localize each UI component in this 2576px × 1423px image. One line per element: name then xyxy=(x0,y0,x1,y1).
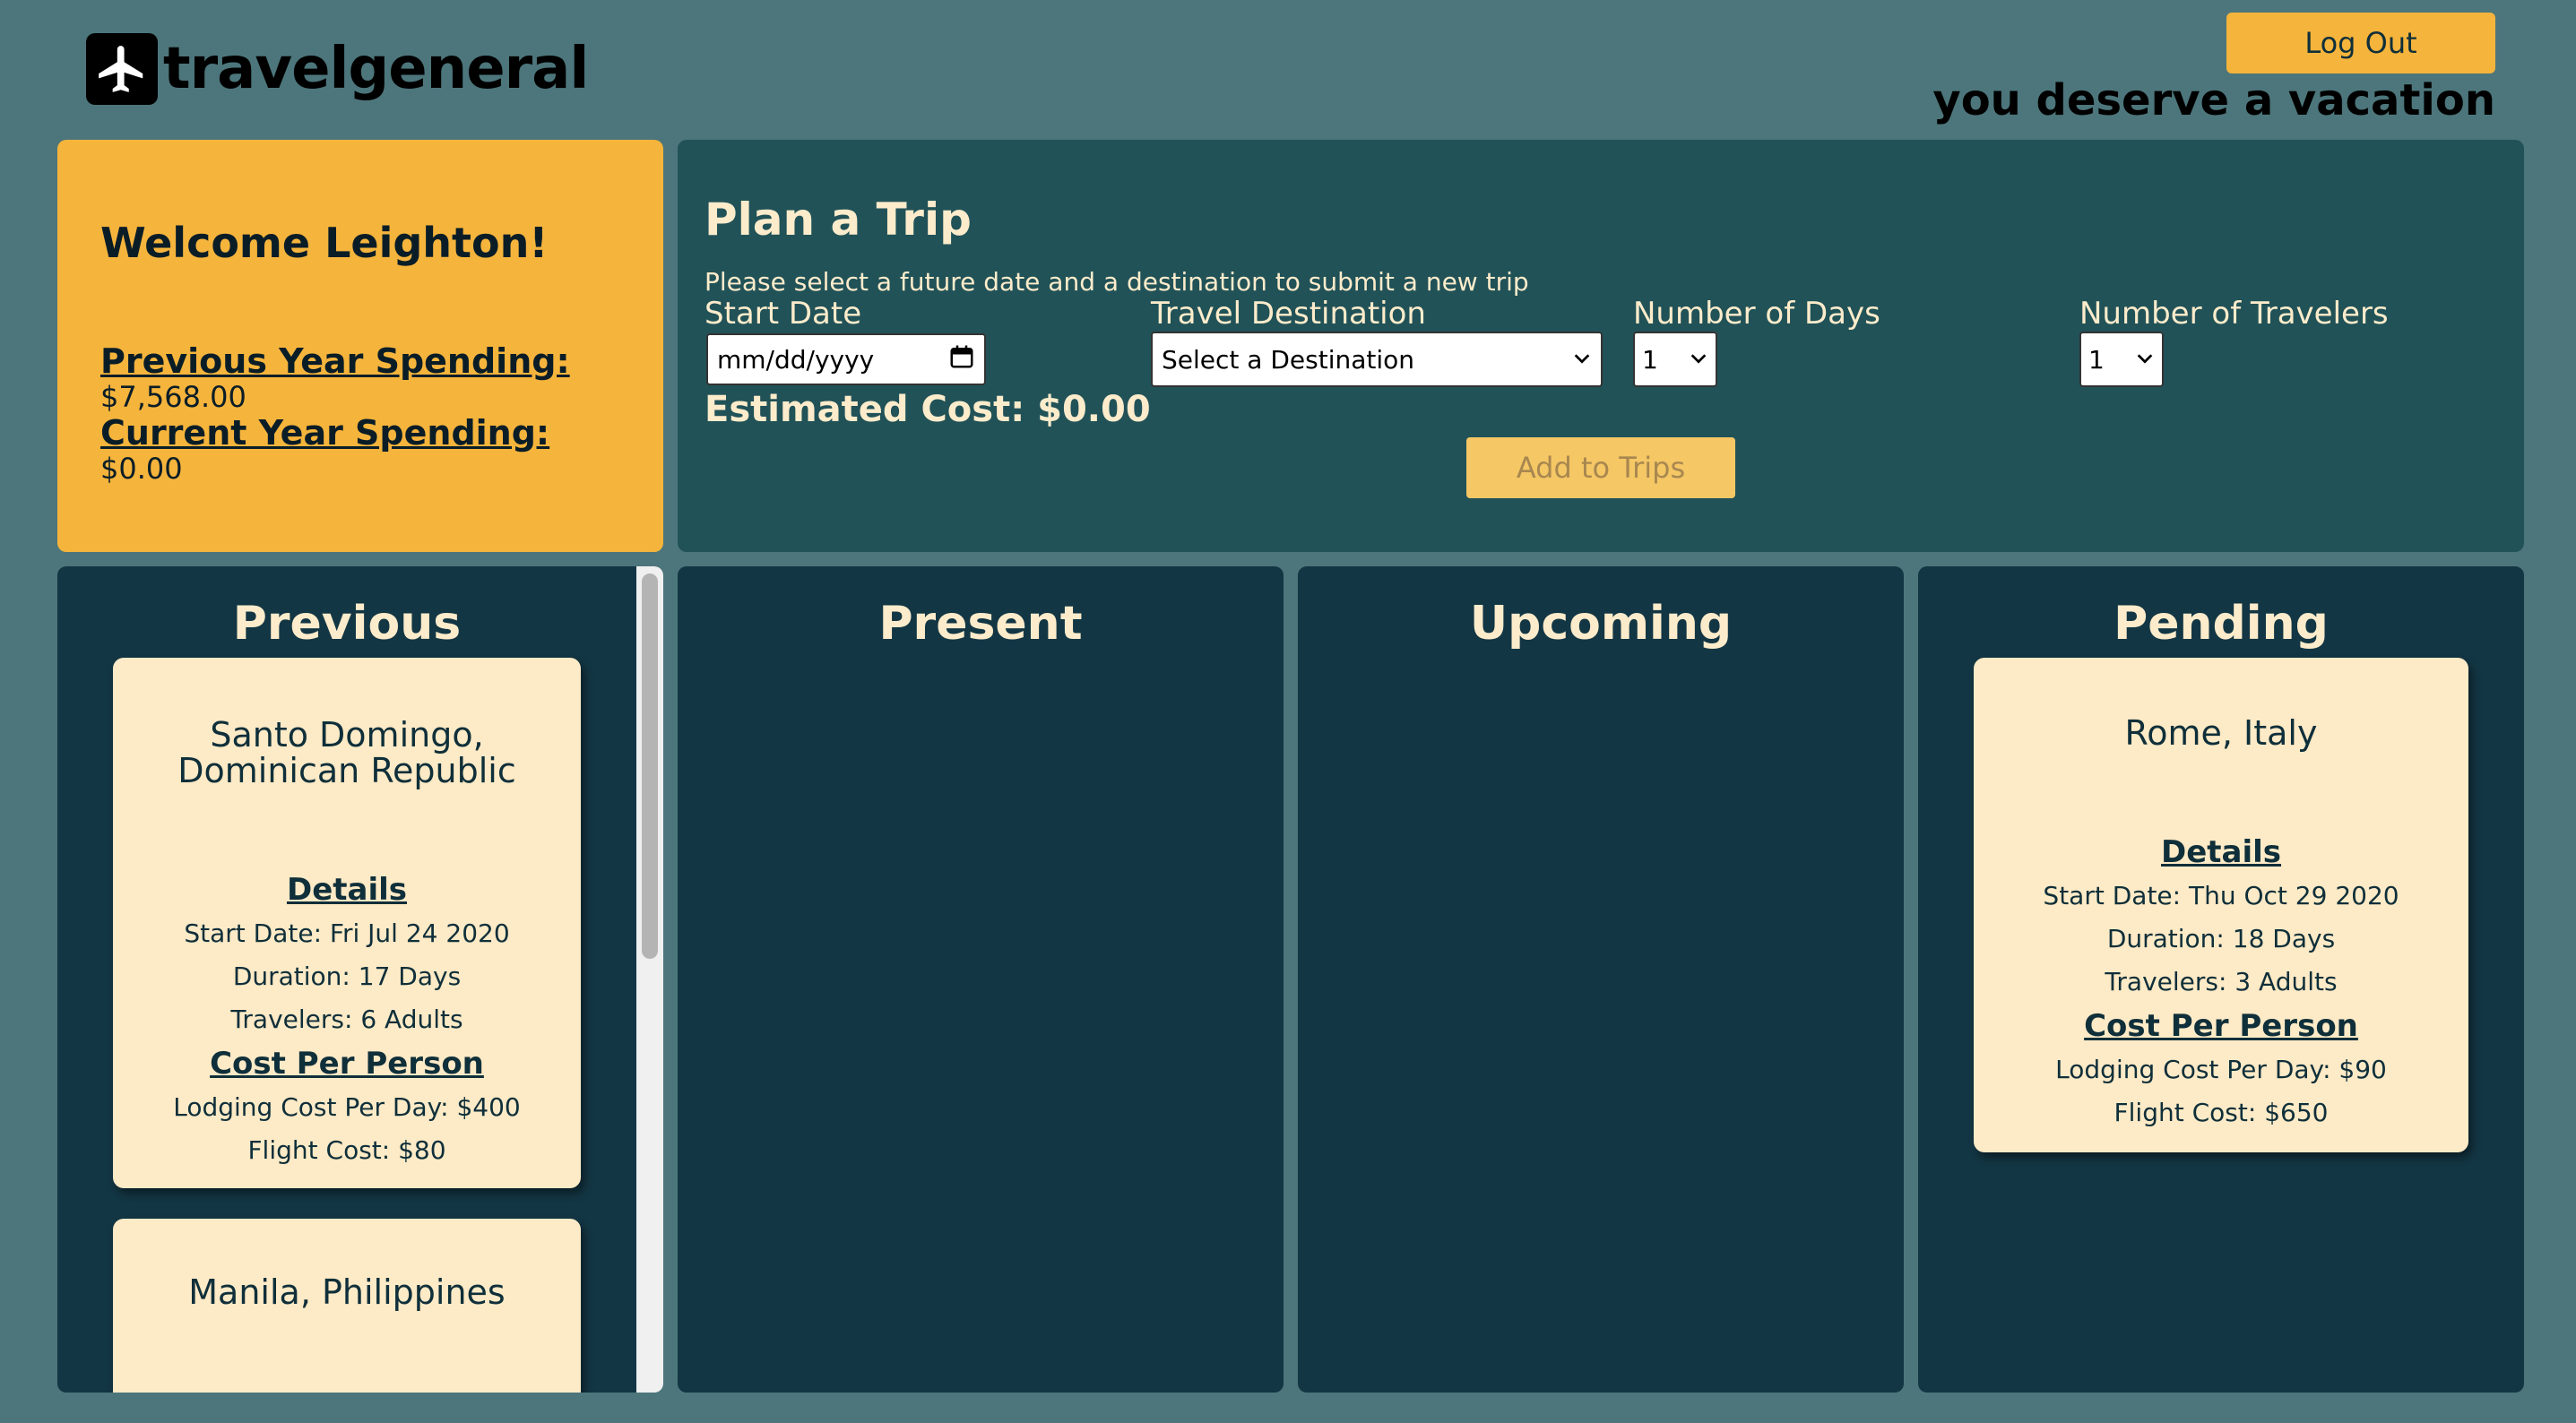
calendar-icon[interactable] xyxy=(948,343,975,376)
trip-flight-cost: Flight Cost: $650 xyxy=(2114,1098,2329,1127)
trip-duration: Duration: 18 Days xyxy=(2106,924,2336,953)
pending-title: Pending xyxy=(2114,597,2329,651)
trip-destination: Santo Domingo, Dominican Republic xyxy=(177,715,516,790)
add-to-trips-button[interactable]: Add to Trips xyxy=(1466,437,1735,498)
number-of-travelers-label: Number of Travelers xyxy=(2079,296,2389,332)
travel-destination-label: Travel Destination xyxy=(1151,296,1426,332)
trip-details-heading: Details xyxy=(2160,834,2282,870)
tagline: you deserve a vacation xyxy=(1932,75,2495,125)
chevron-down-icon xyxy=(1572,345,1592,375)
chevron-down-icon xyxy=(1689,345,1708,375)
start-date-label: Start Date xyxy=(705,296,862,332)
trip-lodging-cost: Lodging Cost Per Day: $90 xyxy=(2055,1055,2387,1084)
estimated-cost: Estimated Cost: $0.00 xyxy=(705,389,1151,430)
previous-trip-list: Santo Domingo, Dominican Republic Detail… xyxy=(57,651,663,1393)
trip-start-date: Start Date: Thu Oct 29 2020 xyxy=(2043,881,2399,910)
previous-year-spending-value: $7,568.00 xyxy=(100,380,246,414)
plan-trip-title: Plan a Trip xyxy=(705,194,972,246)
logo: travelgeneral xyxy=(86,32,589,106)
trip-travelers: Travelers: 3 Adults xyxy=(2105,967,2338,996)
airplane-icon xyxy=(86,33,158,105)
trip-card[interactable]: Santo Domingo, Dominican Republic Detail… xyxy=(113,658,581,1188)
destination-select[interactable]: Select a Destination xyxy=(1151,332,1603,387)
trip-card[interactable]: Rome, Italy Details Start Date: Thu Oct … xyxy=(1974,658,2468,1152)
pending-column: Pending Rome, Italy Details Start Date: … xyxy=(1918,566,2524,1393)
present-column: Present xyxy=(678,566,1284,1393)
logout-button[interactable]: Log Out xyxy=(2226,13,2495,73)
days-select[interactable]: 1 xyxy=(1633,332,1717,387)
trip-lodging-cost: Lodging Cost Per Day: $400 xyxy=(173,1092,521,1122)
plan-trip-panel: Plan a Trip Please select a future date … xyxy=(678,140,2524,552)
trip-destination: Manila, Philippines xyxy=(188,1272,506,1312)
trip-card[interactable]: Manila, Philippines xyxy=(113,1219,581,1393)
chevron-down-icon xyxy=(2135,345,2155,375)
welcome-panel: Welcome Leighton! Previous Year Spending… xyxy=(57,140,663,552)
upcoming-column: Upcoming xyxy=(1298,566,1904,1393)
trip-details-heading: Details xyxy=(286,872,408,908)
scrollbar-thumb[interactable] xyxy=(642,574,658,959)
trip-cost-heading: Cost Per Person xyxy=(210,1046,484,1082)
days-selected-value: 1 xyxy=(1642,344,1658,375)
previous-title: Previous xyxy=(232,597,462,651)
pending-trip-list: Rome, Italy Details Start Date: Thu Oct … xyxy=(1918,651,2524,1152)
welcome-title: Welcome Leighton! xyxy=(100,219,549,267)
scrollbar[interactable] xyxy=(636,566,663,1393)
previous-year-spending-label: Previous Year Spending: xyxy=(100,341,570,381)
current-year-spending-value: $0.00 xyxy=(100,452,183,486)
travelers-selected-value: 1 xyxy=(2088,344,2105,375)
current-year-spending-label: Current Year Spending: xyxy=(100,413,550,453)
trip-duration: Duration: 17 Days xyxy=(232,962,462,991)
trip-flight-cost: Flight Cost: $80 xyxy=(247,1135,446,1165)
previous-column: Previous Santo Domingo, Dominican Republ… xyxy=(57,566,663,1393)
logo-text: travelgeneral xyxy=(163,36,589,102)
trip-destination: Rome, Italy xyxy=(2124,713,2318,753)
trip-cost-heading: Cost Per Person xyxy=(2084,1008,2358,1044)
trip-start-date: Start Date: Fri Jul 24 2020 xyxy=(184,918,510,948)
plan-instructions: Please select a future date and a destin… xyxy=(705,267,1529,297)
start-date-input[interactable]: mm/dd/yyyy xyxy=(706,333,986,385)
start-date-placeholder: mm/dd/yyyy xyxy=(717,344,875,375)
upcoming-title: Upcoming xyxy=(1469,597,1733,651)
travelers-select[interactable]: 1 xyxy=(2079,332,2164,387)
present-title: Present xyxy=(878,597,1083,651)
trip-travelers: Travelers: 6 Adults xyxy=(230,1005,463,1034)
number-of-days-label: Number of Days xyxy=(1633,296,1880,332)
destination-selected-value: Select a Destination xyxy=(1162,344,1415,375)
